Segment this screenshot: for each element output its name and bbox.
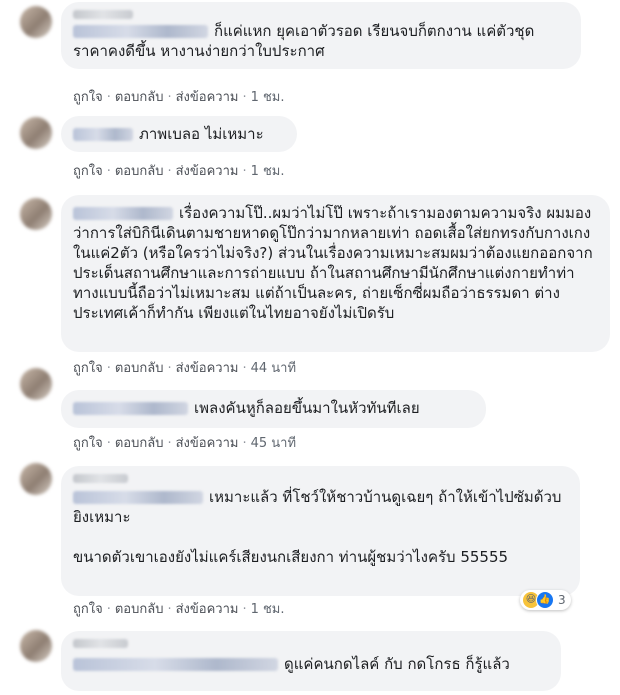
send-message-link[interactable]: ส่งข้อความ: [176, 602, 239, 617]
commenter-name[interactable]: [73, 402, 188, 415]
comment-text: ภาพเบลอ ไม่เหมาะ: [139, 125, 264, 143]
send-message-link[interactable]: ส่งข้อความ: [176, 90, 239, 105]
comment-time[interactable]: 1 ชม.: [251, 90, 285, 105]
avatar[interactable]: [20, 463, 52, 495]
like-link[interactable]: ถูกใจ: [73, 436, 103, 451]
comment-bubble: เพลงคันหูก็ลอยขึ้นมาในหัวทันทีเลย: [61, 390, 486, 428]
comment-bubble: ดูแค่คนกดไลค์ กับ กดโกรธ ก็รู้แล้ว: [61, 631, 561, 691]
avatar[interactable]: [20, 630, 52, 662]
comment-text: เพลงคันหูก็ลอยขึ้นมาในหัวทันทีเลย: [194, 399, 420, 417]
reactions-summary[interactable]: 😆 👍 3: [520, 590, 571, 610]
comment-time[interactable]: 45 นาที: [251, 436, 296, 451]
commenter-name[interactable]: [73, 128, 133, 141]
like-link[interactable]: ถูกใจ: [73, 164, 103, 179]
comment-actions: ถูกใจ · ตอบกลับ · ส่งข้อความ · 1 ชม.: [73, 90, 285, 105]
comment-text: ดูแค่คนกดไลค์ กับ กดโกรธ ก็รู้แล้ว: [284, 655, 510, 673]
comment-actions: ถูกใจ · ตอบกลับ · ส่งข้อความ · 1 ชม.: [73, 164, 285, 179]
commenter-name[interactable]: [73, 25, 208, 38]
like-link[interactable]: ถูกใจ: [73, 361, 103, 376]
reply-link[interactable]: ตอบกลับ: [115, 90, 164, 105]
comment-actions: ถูกใจ · ตอบกลับ · ส่งข้อความ · 45 นาที: [73, 436, 297, 451]
like-link[interactable]: ถูกใจ: [73, 90, 103, 105]
send-message-link[interactable]: ส่งข้อความ: [176, 361, 239, 376]
comment-bubble: เหมาะแล้ว ที่โชว์ให้ชาวบ้านดูเฉยๆ ถ้าให้…: [61, 466, 580, 596]
send-message-link[interactable]: ส่งข้อความ: [176, 164, 239, 179]
comment-actions: ถูกใจ · ตอบกลับ · ส่งข้อความ · 44 นาที: [73, 361, 297, 376]
comment-text: เรื่องความโป๊..ผมว่าไม่โป๊ เพราะถ้าเรามอ…: [73, 204, 593, 322]
reply-link[interactable]: ตอบกลับ: [115, 164, 164, 179]
comment-time[interactable]: 1 ชม.: [251, 602, 285, 617]
commenter-name-small[interactable]: [73, 474, 128, 483]
comment-text-second-paragraph: ขนาดตัวเขาเองยังไม่แคร์เสียงนกเสียงกา ท่…: [73, 548, 509, 566]
commenter-name[interactable]: [73, 207, 173, 220]
send-message-link[interactable]: ส่งข้อความ: [176, 436, 239, 451]
comment-time[interactable]: 44 นาที: [251, 361, 296, 376]
commenter-name[interactable]: [73, 658, 278, 671]
reply-link[interactable]: ตอบกลับ: [115, 361, 164, 376]
commenter-name-small[interactable]: [73, 10, 133, 19]
comment-bubble: ภาพเบลอ ไม่เหมาะ: [61, 116, 297, 152]
comment-bubble: ก็แค่แหก ยุคเอาตัวรอด เรียนจบก็ตกงาน แค่…: [61, 2, 581, 69]
like-link[interactable]: ถูกใจ: [73, 602, 103, 617]
reaction-count: 3: [558, 593, 566, 607]
commenter-name[interactable]: [73, 491, 203, 504]
comment-time[interactable]: 1 ชม.: [251, 164, 285, 179]
like-reaction-icon: 👍: [536, 591, 554, 609]
reply-link[interactable]: ตอบกลับ: [115, 436, 164, 451]
avatar[interactable]: [20, 6, 52, 38]
avatar[interactable]: [20, 368, 52, 400]
reply-link[interactable]: ตอบกลับ: [115, 602, 164, 617]
commenter-name-small[interactable]: [73, 639, 128, 648]
avatar[interactable]: [20, 198, 52, 230]
avatar[interactable]: [20, 117, 52, 149]
comment-actions: ถูกใจ · ตอบกลับ · ส่งข้อความ · 1 ชม.: [73, 602, 285, 617]
comment-bubble: เรื่องความโป๊..ผมว่าไม่โป๊ เพราะถ้าเรามอ…: [61, 195, 610, 352]
